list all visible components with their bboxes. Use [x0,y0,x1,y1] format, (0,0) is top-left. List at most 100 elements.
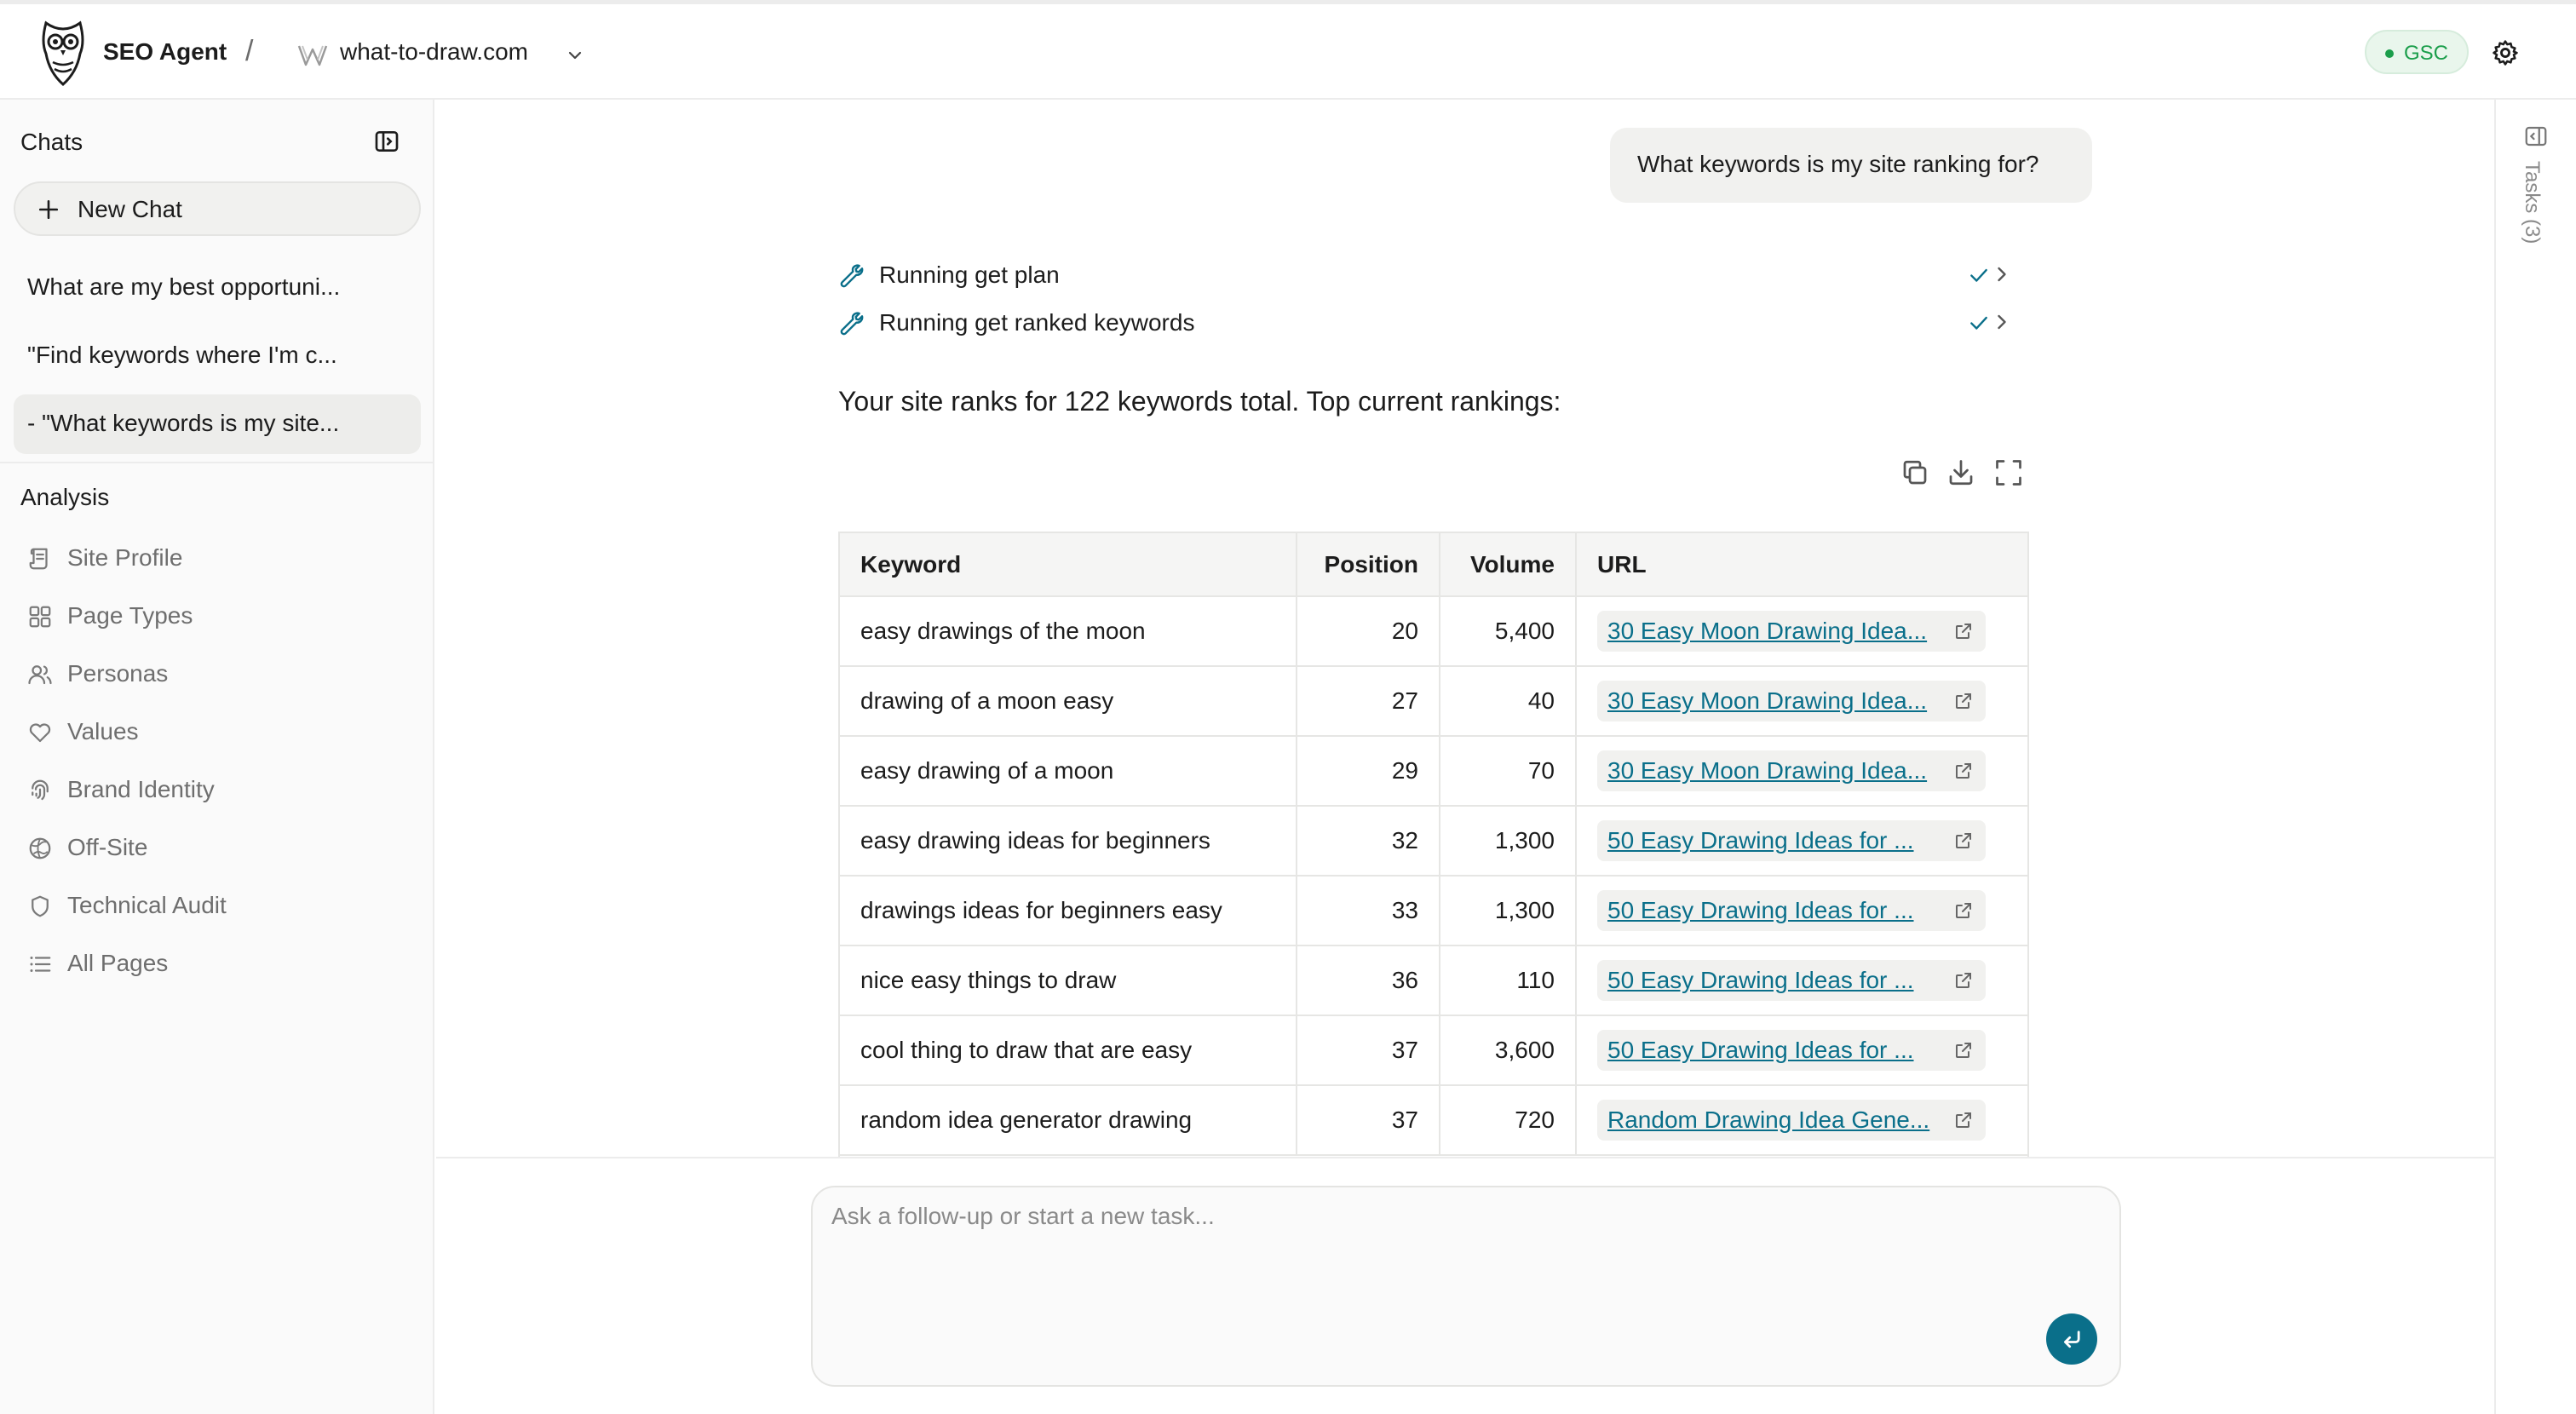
keyword-cell: easy drawings of the moon [840,595,1297,667]
url-link[interactable]: 30 Easy Moon Drawing Idea... [1607,618,1948,645]
url-link[interactable]: 50 Easy Drawing Ideas for ... [1607,827,1948,854]
fullscreen-icon[interactable] [1993,457,2024,488]
external-link-icon [1956,693,1971,709]
gear-icon[interactable] [2491,38,2520,67]
url-link[interactable]: 50 Easy Drawing Ideas for ... [1607,1037,1948,1064]
external-link-icon [1956,1112,1971,1128]
new-chat-button[interactable]: New Chat [14,181,421,236]
wrench-icon [840,312,864,336]
composer-divider [436,1157,2494,1158]
url-link-chip[interactable]: 50 Easy Drawing Ideas for ... [1597,890,1986,931]
keyword-cell: drawing of a moon easy [840,665,1297,737]
url-cell: 30 Easy Moon Drawing Idea... [1575,735,2027,807]
table-header-row: Keyword Position Volume URL [840,533,2027,597]
table-row: easy drawing ideas for beginners 32 1,30… [840,805,2027,877]
url-link[interactable]: Random Drawing Idea Gene... [1607,1106,1948,1134]
status-dot-icon [2385,49,2394,58]
column-header-volume[interactable]: Volume [1439,533,1577,597]
top-header: SEO Agent / what-to-draw.com GSC [0,4,2576,100]
tasks-toggle[interactable]: Tasks (3) [2520,161,2544,244]
url-cell: 30 Easy Moon Drawing Idea... [1575,665,2027,737]
keyword-cell: nice easy things to draw [840,945,1297,1016]
volume-cell: 1,300 [1439,805,1577,877]
column-header-keyword[interactable]: Keyword [840,533,1297,597]
volume-cell: 1,300 [1439,875,1577,946]
chevron-right-icon[interactable] [1990,310,2014,334]
tool-call-label: Running get ranked keywords [879,309,1195,336]
url-link-chip[interactable]: 30 Easy Moon Drawing Idea... [1597,681,1986,721]
keywords-table-container[interactable]: Keyword Position Volume URL easy drawing… [838,532,2029,1157]
users-icon [28,665,52,685]
chevron-right-icon[interactable] [1990,262,2014,286]
nav-label: Technical Audit [67,892,227,918]
table-row: random idea generator drawing 37 720 Ran… [840,1084,2027,1156]
url-link[interactable]: 50 Easy Drawing Ideas for ... [1607,967,1948,994]
globe-icon [29,837,51,859]
nav-item-all-pages[interactable]: All Pages [27,946,402,980]
message-input[interactable] [831,1203,2007,1305]
url-link[interactable]: 30 Easy Moon Drawing Idea... [1607,687,1948,715]
position-cell: 27 [1296,665,1440,737]
chevron-down-icon[interactable] [565,45,585,66]
url-link[interactable]: 30 Easy Moon Drawing Idea... [1607,757,1948,785]
url-link-chip[interactable]: 50 Easy Drawing Ideas for ... [1597,960,1986,1001]
site-selector[interactable]: what-to-draw.com [340,38,528,66]
nav-label: All Pages [67,950,169,976]
tool-call-label: Running get plan [879,262,1060,288]
nav-item-site-profile[interactable]: Site Profile [27,541,402,575]
nav-item-off-site[interactable]: Off-Site [27,831,402,865]
nav-label: Page Types [67,602,193,629]
nav-item-page-types[interactable]: Page Types [27,599,402,633]
external-link-icon [1956,833,1971,848]
breadcrumb-separator: / [245,35,254,67]
url-link[interactable]: 50 Easy Drawing Ideas for ... [1607,897,1948,924]
external-link-icon [1956,973,1971,988]
chats-heading: Chats [20,129,83,155]
sidebar: Chats New Chat What are my best opportun… [0,100,434,1414]
nav-label: Off-Site [67,834,148,860]
keywords-table: Keyword Position Volume URL easy drawing… [840,533,2027,1156]
url-link-chip[interactable]: Random Drawing Idea Gene... [1597,1100,1986,1141]
send-button[interactable] [2046,1313,2097,1365]
chat-history-item[interactable]: "Find keywords where I'm c... [14,326,421,386]
column-header-position[interactable]: Position [1296,533,1440,597]
nav-item-personas[interactable]: Personas [27,657,402,691]
volume-cell: 40 [1439,665,1577,737]
owl-logo-icon[interactable] [37,16,89,88]
download-icon[interactable] [1946,457,1976,488]
url-cell: 50 Easy Drawing Ideas for ... [1575,805,2027,877]
position-cell: 37 [1296,1015,1440,1086]
nav-item-brand-identity[interactable]: Brand Identity [27,773,402,807]
tool-call-row[interactable]: Running get ranked keywords [837,305,2029,339]
chat-history-item[interactable]: What are my best opportuni... [14,258,421,318]
keyword-cell: drawings ideas for beginners easy [840,875,1297,946]
fingerprint-icon [32,779,49,801]
chat-history-item-active[interactable]: - "What keywords is my site... [14,394,421,454]
app-name: SEO Agent [103,38,227,65]
keyword-cell: cool thing to draw that are easy [840,1015,1297,1086]
expand-panel-icon[interactable] [2523,124,2549,149]
position-cell: 36 [1296,945,1440,1016]
collapse-sidebar-icon[interactable] [373,128,400,155]
url-link-chip[interactable]: 50 Easy Drawing Ideas for ... [1597,1030,1986,1071]
position-cell: 20 [1296,595,1440,667]
keyword-cell: easy drawing of a moon [840,735,1297,807]
nav-item-technical-audit[interactable]: Technical Audit [27,888,402,923]
heart-icon [29,723,51,743]
column-header-url[interactable]: URL [1575,533,2027,597]
site-favicon-icon [297,45,328,66]
url-link-chip[interactable]: 50 Easy Drawing Ideas for ... [1597,820,1986,861]
copy-icon[interactable] [1900,457,1930,488]
url-link-chip[interactable]: 30 Easy Moon Drawing Idea... [1597,611,1986,652]
position-cell: 32 [1296,805,1440,877]
volume-cell: 3,600 [1439,1015,1577,1086]
nav-item-values[interactable]: Values [27,715,402,749]
table-row: easy drawings of the moon 20 5,400 30 Ea… [840,595,2027,667]
table-row: easy drawing of a moon 29 70 30 Easy Moo… [840,735,2027,807]
sidebar-divider [0,462,433,463]
wrench-icon [840,264,864,288]
url-link-chip[interactable]: 30 Easy Moon Drawing Idea... [1597,750,1986,791]
tool-call-row[interactable]: Running get plan [837,257,2029,291]
gsc-status-badge[interactable]: GSC [2365,30,2469,74]
external-link-icon [1956,1043,1971,1058]
